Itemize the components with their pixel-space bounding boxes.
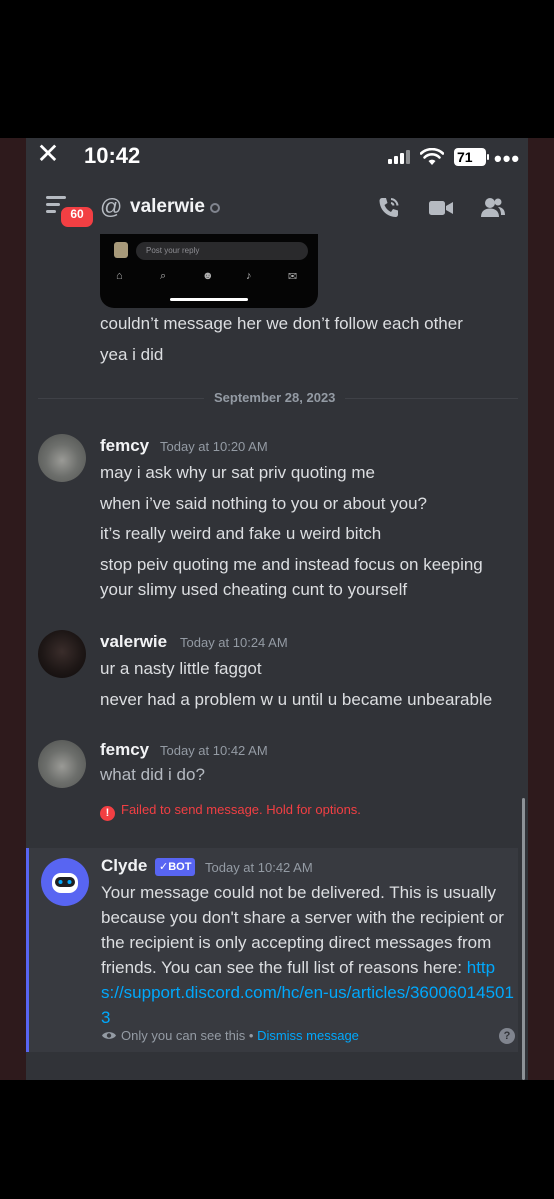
author-name[interactable]: femcy	[100, 740, 149, 760]
channel-header: 60 @ valerwie	[26, 186, 528, 234]
clyde-message-text: Your message could not be delivered. Thi…	[101, 883, 504, 977]
author-name[interactable]: Clyde	[101, 856, 147, 876]
search-icon: ⌕	[160, 270, 167, 282]
at-icon: @	[100, 194, 123, 219]
dismiss-message-link[interactable]: Dismiss message	[257, 1028, 359, 1043]
message-timestamp: Today at 10:24 AM	[180, 635, 288, 650]
error-text: Failed to send message. Hold for options…	[121, 802, 361, 817]
message-line: never had a problem w u until u became u…	[100, 690, 493, 709]
preview-avatar	[114, 242, 128, 258]
ephemeral-note-text: Only you can see this •	[121, 1028, 258, 1043]
avatar[interactable]	[38, 630, 86, 678]
preview-reply-field: Post your reply	[136, 242, 308, 260]
image-attachment[interactable]: Post your reply ⌂ ⌕ ☻ ♪ ✉	[100, 234, 318, 308]
home-indicator	[170, 298, 248, 301]
message-line: yea i did	[100, 345, 164, 364]
message-line: when i’ve said nothing to you or about y…	[100, 494, 428, 513]
message-timestamp: Today at 10:42 AM	[160, 743, 268, 758]
eye-icon	[102, 1032, 116, 1039]
video-call-icon[interactable]	[428, 196, 454, 220]
home-icon: ⌂	[116, 270, 123, 282]
message-line: it’s really weird and fake u weird bitch	[100, 524, 382, 543]
members-icon[interactable]	[480, 196, 506, 220]
message-timestamp: Today at 10:42 AM	[205, 860, 313, 875]
clyde-robot-icon	[52, 873, 78, 893]
scrollbar[interactable]	[522, 798, 525, 1080]
clyde-message-body: Your message could not be delivered. Thi…	[101, 880, 515, 1030]
mail-icon: ✉	[288, 271, 298, 283]
avatar[interactable]	[38, 740, 86, 788]
dm-content: 60 @ valerwie Post your reply ⌂ ⌕ ☻ ♪ ✉	[26, 138, 528, 1080]
date-divider-label: September 28, 2023	[204, 390, 346, 405]
message-line: may i ask why ur sat priv quoting me	[100, 463, 375, 482]
send-failure-notice[interactable]: ! Failed to send message. Hold for option…	[100, 802, 361, 821]
message-timestamp: Today at 10:20 AM	[160, 439, 268, 454]
bell-icon: ♪	[246, 270, 252, 282]
message-line: couldn’t message her we don’t follow eac…	[100, 314, 463, 333]
error-icon: !	[100, 806, 115, 821]
clyde-avatar[interactable]	[41, 858, 89, 906]
offline-status-icon	[210, 203, 220, 213]
author-name[interactable]: femcy	[100, 436, 149, 456]
ephemeral-note: Only you can see this • Dismiss message	[101, 1028, 359, 1043]
author-name[interactable]: valerwie	[100, 632, 167, 652]
people-icon: ☻	[202, 270, 214, 282]
voice-call-icon[interactable]	[376, 196, 402, 220]
unread-badge: 60	[58, 204, 96, 230]
avatar[interactable]	[38, 434, 86, 482]
clyde-system-message: Clyde ✓BOT Today at 10:42 AM Your messag…	[26, 848, 518, 1052]
failed-message-line[interactable]: what did i do?	[100, 762, 520, 787]
message-line: stop peiv quoting me and instead focus o…	[100, 555, 483, 599]
preview-tab-bar: ⌂ ⌕ ☻ ♪ ✉	[110, 270, 310, 284]
message-line: ur a nasty little faggot	[100, 659, 262, 678]
bot-tag: ✓BOT	[155, 858, 196, 876]
help-icon[interactable]: ?	[499, 1028, 515, 1044]
channel-name[interactable]: valerwie	[130, 196, 205, 218]
